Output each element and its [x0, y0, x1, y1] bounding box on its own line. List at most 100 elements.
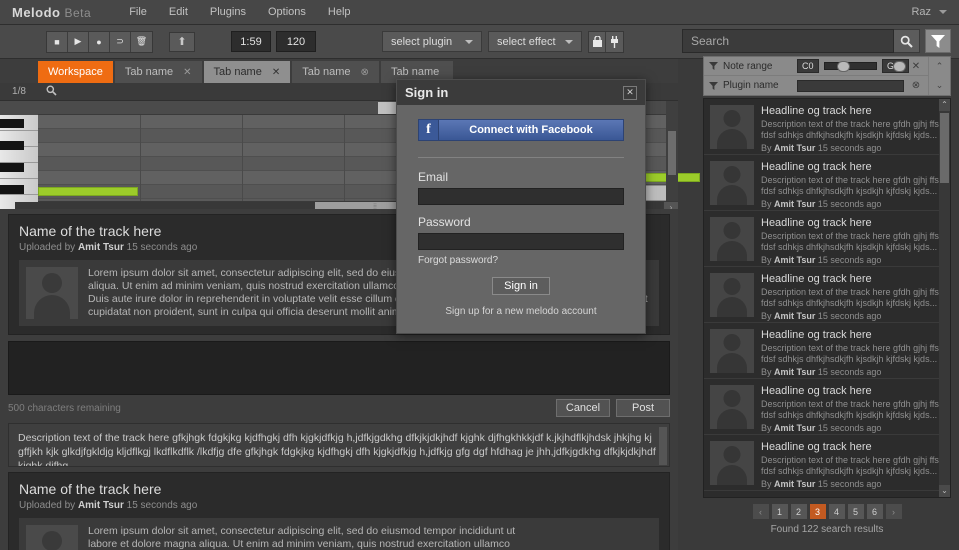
- avatar: [710, 273, 754, 317]
- slider-knob-low[interactable]: [836, 61, 850, 72]
- loop-icon[interactable]: ⊃: [110, 31, 131, 52]
- pagination-next[interactable]: ›: [885, 504, 902, 519]
- result-item[interactable]: Headline og track here Description text o…: [704, 211, 950, 267]
- time-display[interactable]: 1:59: [231, 31, 271, 52]
- search-input[interactable]: [682, 29, 894, 53]
- play-icon[interactable]: ▶: [68, 31, 89, 52]
- menu-item-help[interactable]: Help: [328, 6, 351, 18]
- tab-0[interactable]: Workspace: [38, 61, 113, 83]
- note-block[interactable]: [38, 187, 138, 196]
- magnifier-icon[interactable]: [46, 85, 57, 99]
- chevron-down-icon[interactable]: ⌄: [936, 80, 944, 91]
- result-author: Amit Tsur: [774, 143, 816, 153]
- chevron-up-icon[interactable]: ⌃: [936, 61, 944, 72]
- post-author[interactable]: Amit Tsur: [78, 242, 124, 253]
- result-byline: By Amit Tsur 15 seconds ago: [761, 199, 944, 209]
- note-range-low[interactable]: C0: [797, 59, 819, 73]
- scroll-up-icon[interactable]: ⌃: [939, 99, 950, 111]
- pagination-page-5[interactable]: 5: [847, 504, 864, 519]
- lock-icon[interactable]: [589, 31, 606, 52]
- select-plugin-dropdown[interactable]: select plugin: [382, 31, 482, 52]
- result-item[interactable]: Headline og track here Description text o…: [704, 323, 950, 379]
- result-byline: By Amit Tsur 15 seconds ago: [761, 143, 944, 153]
- filter-icon[interactable]: [925, 29, 951, 53]
- tab-label: Tab name: [213, 66, 262, 78]
- result-body: Headline og track here Description text o…: [761, 329, 944, 377]
- menu-item-options[interactable]: Options: [268, 6, 306, 18]
- facebook-icon: f: [419, 120, 439, 140]
- result-time: 15 seconds ago: [817, 255, 882, 265]
- pagination-page-3[interactable]: 3: [809, 504, 826, 519]
- result-item[interactable]: Headline og track here Description text o…: [704, 99, 950, 155]
- piano-keyboard[interactable]: [0, 101, 38, 211]
- result-headline: Headline og track here: [761, 273, 872, 285]
- results-scrollbar[interactable]: ⌃ ⌄: [939, 99, 950, 497]
- piano-roll-scrollbar[interactable]: [666, 101, 678, 201]
- comment-input[interactable]: [8, 341, 670, 395]
- menu-item-file[interactable]: File: [129, 6, 147, 18]
- pagination-page-1[interactable]: 1: [771, 504, 788, 519]
- forgot-password-link[interactable]: Forgot password?: [418, 255, 624, 266]
- bpm-display[interactable]: 120: [276, 31, 316, 52]
- menu-item-edit[interactable]: Edit: [169, 6, 188, 18]
- menu-bar: Melodo Beta File Edit Plugins Options Hel…: [0, 0, 959, 25]
- close-icon[interactable]: ✕: [183, 67, 191, 78]
- avatar: [710, 217, 754, 261]
- result-item[interactable]: Headline og track here Description text o…: [704, 267, 950, 323]
- result-item[interactable]: Headline og track here Description text o…: [704, 435, 950, 491]
- pagination-page-4[interactable]: 4: [828, 504, 845, 519]
- result-item[interactable]: Headline og track here Description text o…: [704, 155, 950, 211]
- connect-facebook-button[interactable]: f Connect with Facebook: [418, 119, 624, 141]
- password-field[interactable]: [418, 233, 624, 250]
- scroll-down-icon[interactable]: ⌄: [939, 485, 950, 497]
- select-effect-dropdown[interactable]: select effect: [488, 31, 582, 52]
- menu-item-plugins[interactable]: Plugins: [210, 6, 246, 18]
- upload-icon[interactable]: ⬆: [169, 31, 195, 52]
- sign-in-button[interactable]: Sign in: [492, 277, 550, 295]
- post-button[interactable]: Post: [616, 399, 670, 417]
- slider-knob-high[interactable]: [892, 61, 906, 72]
- track-post: Name of the track here Uploaded by Amit …: [8, 472, 670, 550]
- clear-plugin-name-icon[interactable]: ⊗: [909, 80, 923, 91]
- post-author[interactable]: Amit Tsur: [78, 500, 124, 511]
- pagination-prev[interactable]: ‹: [752, 504, 769, 519]
- sign-up-link[interactable]: Sign up for a new melodo account: [418, 306, 624, 317]
- result-headline: Headline og track here: [761, 385, 872, 397]
- close-icon[interactable]: ✕: [623, 85, 637, 100]
- result-item[interactable]: Headline og track here Description text o…: [704, 379, 950, 435]
- record-icon[interactable]: ●: [89, 31, 110, 52]
- plug-icon[interactable]: [606, 31, 623, 52]
- tab-3[interactable]: Tab name ⊗: [292, 61, 379, 83]
- tab-2[interactable]: Tab name ✕: [203, 61, 291, 83]
- trash-icon[interactable]: 🗑: [131, 31, 152, 52]
- filter-row-plugin-name: Plugin name ⊗: [704, 76, 928, 95]
- results-scroll-thumb[interactable]: [940, 113, 949, 183]
- cancel-button[interactable]: Cancel: [556, 399, 610, 417]
- modal-body: f Connect with Facebook Email Password F…: [397, 105, 645, 333]
- pagination-page-2[interactable]: 2: [790, 504, 807, 519]
- search-icon[interactable]: [894, 29, 920, 53]
- email-field[interactable]: [418, 188, 624, 205]
- close-icon[interactable]: ⊗: [361, 67, 369, 78]
- pagination-page-6[interactable]: 6: [866, 504, 883, 519]
- result-author: Amit Tsur: [774, 423, 816, 433]
- result-time: 15 seconds ago: [817, 423, 882, 433]
- plugin-name-input[interactable]: [797, 79, 904, 92]
- by-label: By: [761, 479, 772, 489]
- filter-row-note-range: Note range C0 G10 ✕: [704, 57, 928, 76]
- user-menu[interactable]: Raz: [911, 6, 947, 18]
- result-description: Description text of the track here gfdh …: [761, 343, 939, 364]
- note-range-slider[interactable]: [823, 61, 906, 72]
- piano-roll-scroll-thumb[interactable]: [668, 131, 676, 175]
- clear-note-range-icon[interactable]: ✕: [909, 61, 923, 72]
- stop-icon[interactable]: ■: [47, 31, 68, 52]
- close-icon[interactable]: ✕: [272, 67, 280, 78]
- description-scrollbar[interactable]: [659, 427, 667, 465]
- result-time: 15 seconds ago: [817, 143, 882, 153]
- post-time: 15 seconds ago: [126, 242, 198, 253]
- result-byline: By Amit Tsur 15 seconds ago: [761, 311, 944, 321]
- grid-quantize-label[interactable]: 1/8: [0, 86, 38, 97]
- result-byline: By Amit Tsur 15 seconds ago: [761, 367, 944, 377]
- tab-1[interactable]: Tab name ✕: [114, 61, 202, 83]
- avatar: [710, 329, 754, 373]
